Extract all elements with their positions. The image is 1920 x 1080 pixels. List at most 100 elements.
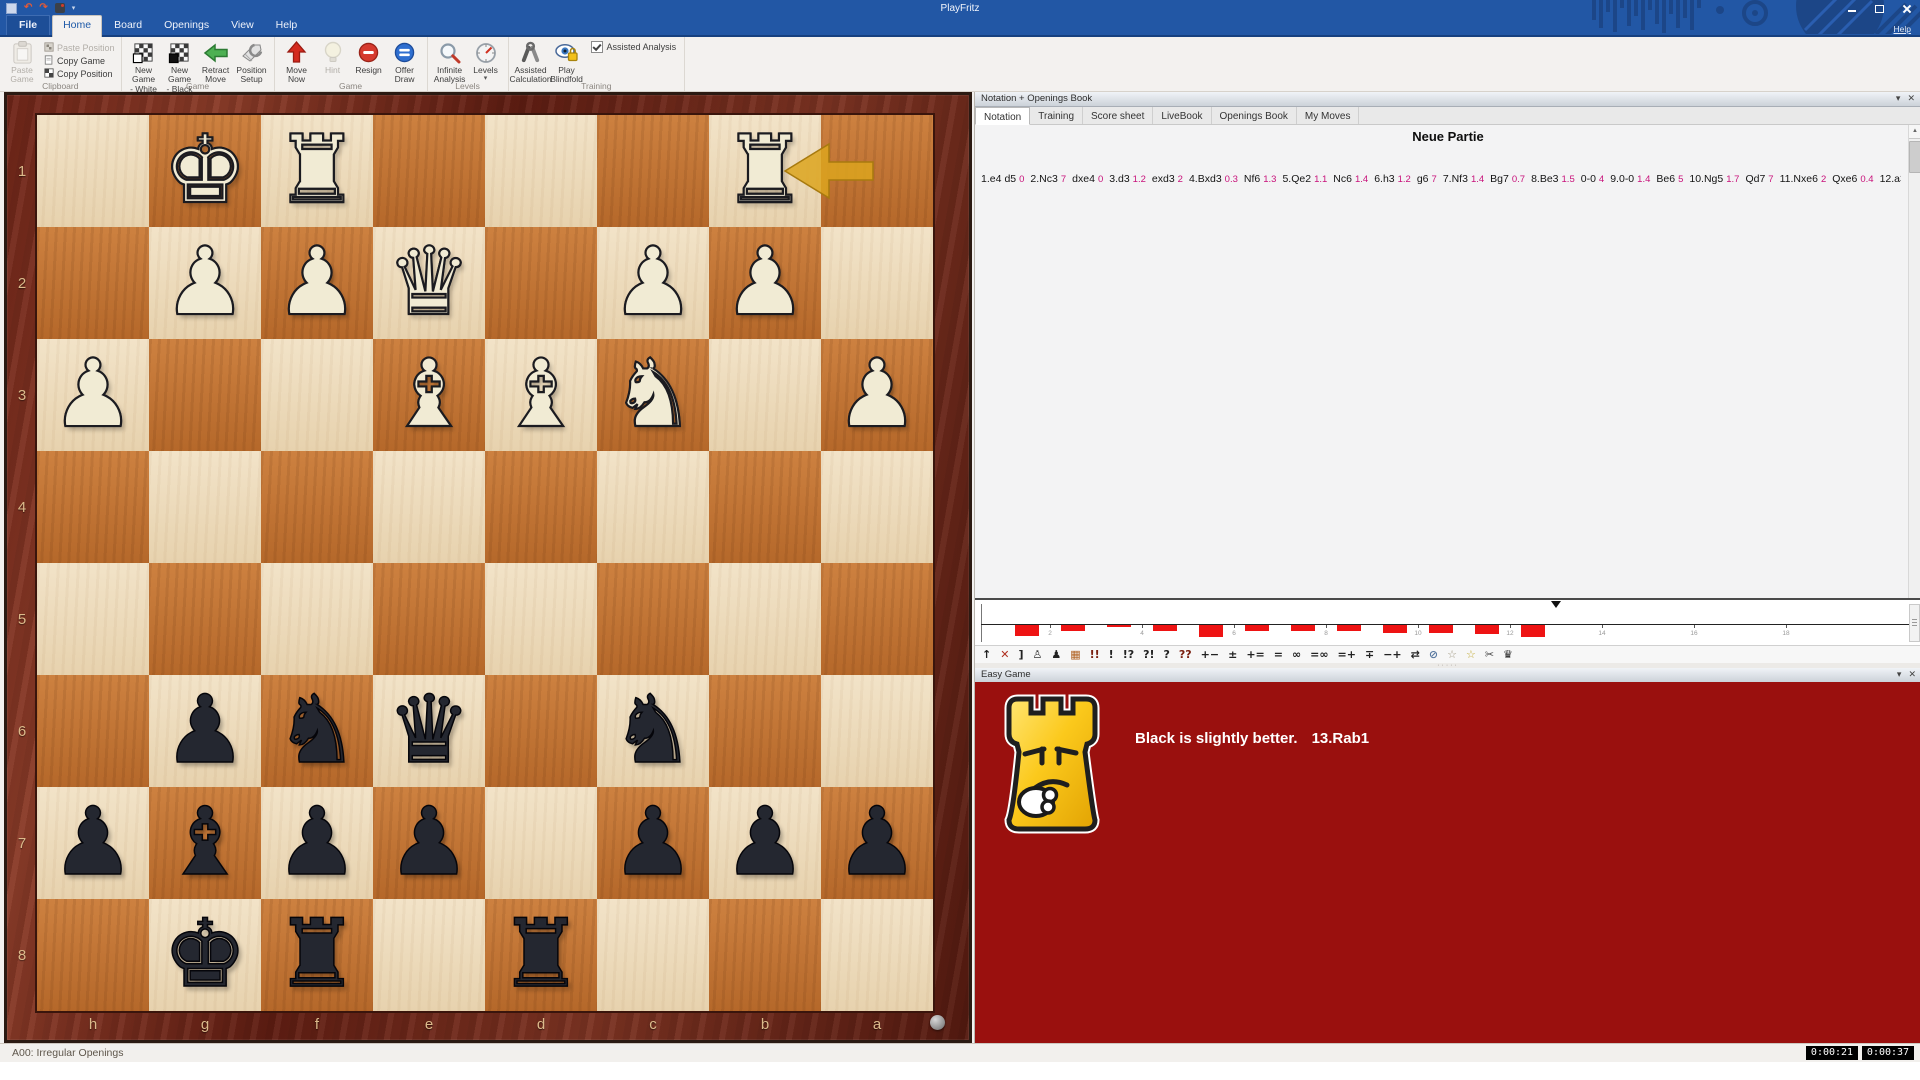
move-item[interactable]: Be6	[1656, 173, 1675, 185]
move-item[interactable]: 12.a3	[1880, 173, 1901, 185]
move-item[interactable]: 8.Be3	[1531, 173, 1558, 185]
board-square-b8[interactable]	[709, 899, 821, 1011]
board-square-d2[interactable]	[485, 227, 597, 339]
ribbon-button-copy-position[interactable]: Copy Position	[42, 67, 117, 80]
ribbon-button-infinite-analysis[interactable]: InfiniteAnalysis	[432, 38, 468, 86]
board-square-e7[interactable]: ♟	[373, 787, 485, 899]
board-square-f1[interactable]: ♜	[261, 115, 373, 227]
ribbon-button-move-now[interactable]: MoveNow	[279, 38, 315, 86]
move-item[interactable]: Nf6	[1244, 173, 1260, 185]
annotation-symbol-20[interactable]: −+	[1383, 648, 1401, 662]
board-square-e3[interactable]: ♝	[373, 339, 485, 451]
board-square-h2[interactable]	[37, 227, 149, 339]
menu-tab-openings[interactable]: Openings	[154, 16, 219, 35]
assisted-analysis-checkbox[interactable]: Assisted Analysis	[591, 41, 677, 53]
menu-tab-file[interactable]: File	[6, 15, 50, 35]
move-item[interactable]: 10.Ng5	[1689, 173, 1723, 185]
chess-board[interactable]: ♚♜♜♟♟♛♟♟♟♝♝♞♟♟♞♛♞♟♝♟♟♟♟♟♚♜♜	[37, 115, 933, 1011]
panel-collapse-icon[interactable]: ▾	[1896, 93, 1901, 104]
notation-scrollbar[interactable]: ▲	[1908, 125, 1920, 598]
board-square-a8[interactable]	[821, 899, 933, 1011]
board-square-f8[interactable]: ♜	[261, 899, 373, 1011]
chess-piece-black-f8[interactable]: ♜	[275, 903, 359, 1007]
board-square-a3[interactable]: ♟	[821, 339, 933, 451]
chess-piece-black-e7[interactable]: ♟	[387, 791, 471, 895]
annotation-symbol-8[interactable]: !?	[1123, 648, 1134, 662]
menu-tab-board[interactable]: Board	[104, 16, 152, 35]
move-item[interactable]: 6.h3	[1374, 173, 1394, 185]
ribbon-button-assisted-calculation[interactable]: AssistedCalculation	[513, 38, 549, 86]
annotation-symbol-2[interactable]: ]	[1018, 648, 1023, 662]
chess-piece-black-b7[interactable]: ♟	[723, 791, 807, 895]
chess-piece-black-g8[interactable]: ♚	[163, 903, 247, 1007]
chess-piece-white-c2[interactable]: ♟	[611, 231, 695, 335]
tab-livebook[interactable]: LiveBook	[1153, 107, 1211, 124]
board-square-c8[interactable]	[597, 899, 709, 1011]
tab-openings-book[interactable]: Openings Book	[1212, 107, 1297, 124]
chess-piece-white-g1[interactable]: ♚	[163, 119, 247, 223]
board-square-d5[interactable]	[485, 563, 597, 675]
chess-piece-black-f6[interactable]: ♞	[275, 679, 359, 783]
board-square-b5[interactable]	[709, 563, 821, 675]
tab-my-moves[interactable]: My Moves	[1297, 107, 1360, 124]
chess-piece-black-c7[interactable]: ♟	[611, 791, 695, 895]
board-square-g5[interactable]	[149, 563, 261, 675]
annotation-symbol-5[interactable]: ▦	[1070, 648, 1080, 662]
move-item[interactable]: Bg7	[1490, 173, 1509, 185]
board-square-h5[interactable]	[37, 563, 149, 675]
annotation-symbol-9[interactable]: ?!	[1143, 648, 1154, 662]
maximize-button[interactable]	[1874, 4, 1885, 14]
qat-dropdown-icon[interactable]: ▾	[72, 4, 76, 12]
move-item[interactable]: exd3	[1152, 173, 1175, 185]
chart-scrollbar[interactable]	[1909, 604, 1920, 642]
board-square-f4[interactable]	[261, 451, 373, 563]
annotation-symbol-7[interactable]: !	[1109, 648, 1114, 662]
move-item[interactable]: Qxe6	[1832, 173, 1857, 185]
annotation-symbol-24[interactable]: ☆	[1466, 648, 1476, 662]
chess-piece-black-c6[interactable]: ♞	[611, 679, 695, 783]
ribbon-button-offer-draw[interactable]: OfferDraw	[387, 38, 423, 86]
board-square-d6[interactable]	[485, 675, 597, 787]
board-square-b6[interactable]	[709, 675, 821, 787]
annotation-symbol-13[interactable]: ±	[1228, 648, 1237, 662]
close-button[interactable]	[1901, 4, 1912, 14]
annotation-symbol-11[interactable]: ??	[1179, 648, 1192, 662]
annotation-symbol-1[interactable]: ✕	[1000, 648, 1009, 662]
board-square-b1[interactable]: ♜	[709, 115, 821, 227]
chess-piece-black-f7[interactable]: ♟	[275, 791, 359, 895]
chess-piece-white-b2[interactable]: ♟	[723, 231, 807, 335]
menu-tab-help[interactable]: Help	[266, 16, 308, 35]
move-item[interactable]: 3.d3	[1109, 173, 1129, 185]
board-square-g2[interactable]: ♟	[149, 227, 261, 339]
board-square-c1[interactable]	[597, 115, 709, 227]
board-square-c4[interactable]	[597, 451, 709, 563]
move-item[interactable]: Nc6	[1333, 173, 1352, 185]
annotation-symbol-21[interactable]: ⇄	[1411, 648, 1420, 662]
current-move-marker[interactable]	[1551, 601, 1561, 608]
chess-piece-black-g6[interactable]: ♟	[163, 679, 247, 783]
annotation-symbol-26[interactable]: ♛	[1503, 648, 1513, 662]
annotation-symbol-23[interactable]: ☆	[1447, 648, 1457, 662]
board-square-e4[interactable]	[373, 451, 485, 563]
board-square-f5[interactable]	[261, 563, 373, 675]
annotation-symbol-4[interactable]: ♟	[1051, 648, 1061, 662]
board-square-d3[interactable]: ♝	[485, 339, 597, 451]
annotation-symbol-14[interactable]: +=	[1246, 648, 1264, 662]
board-grip-ball[interactable]	[930, 1015, 945, 1030]
move-item[interactable]: 2.Nc3	[1030, 173, 1057, 185]
chess-piece-white-b1[interactable]: ♜	[723, 119, 807, 223]
board-square-c5[interactable]	[597, 563, 709, 675]
board-square-c7[interactable]: ♟	[597, 787, 709, 899]
chess-piece-white-a3[interactable]: ♟	[835, 343, 919, 447]
move-item[interactable]: dxe4	[1072, 173, 1095, 185]
ribbon-button-paste-game[interactable]: PasteGame	[4, 38, 40, 86]
move-item[interactable]: 9.0-0	[1610, 173, 1634, 185]
annotation-symbol-19[interactable]: ∓	[1365, 648, 1374, 662]
board-square-b2[interactable]: ♟	[709, 227, 821, 339]
ribbon-button-paste-position[interactable]: Paste Position	[42, 41, 117, 54]
board-square-c6[interactable]: ♞	[597, 675, 709, 787]
help-link[interactable]: Help	[1894, 24, 1911, 34]
menu-tab-view[interactable]: View	[221, 16, 264, 35]
annotation-symbol-18[interactable]: =+	[1338, 648, 1356, 662]
tab-training[interactable]: Training	[1030, 107, 1083, 124]
